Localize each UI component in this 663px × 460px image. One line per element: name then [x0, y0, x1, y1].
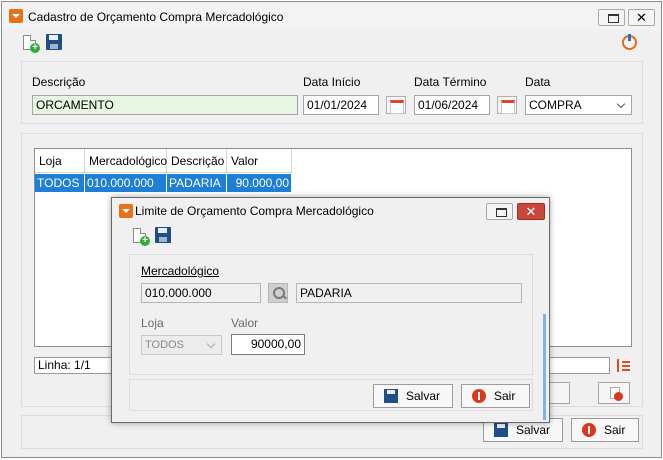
grid-header-valor[interactable]: Valor — [227, 149, 292, 173]
restore-button[interactable] — [598, 9, 625, 26]
dialog-close-button[interactable]: ✕ — [517, 203, 545, 220]
dialog-scroll-strip — [543, 314, 546, 420]
data-label: Data — [525, 75, 551, 89]
calendar-icon[interactable] — [386, 96, 406, 114]
data-termino-label: Data Término — [414, 75, 487, 89]
dialog-titlebar: Limite de Orçamento Compra Mercadológico… — [112, 198, 549, 224]
app-icon — [9, 9, 23, 23]
exit-icon — [582, 423, 596, 437]
valor-input[interactable]: 90000,00 — [231, 334, 305, 355]
grid-cell-descricao[interactable]: PADARIA — [167, 174, 227, 192]
main-window-title: Cadastro de Orçamento Compra Mercadológi… — [28, 10, 284, 24]
sort-icon[interactable] — [615, 358, 631, 374]
new-document-icon[interactable] — [23, 35, 40, 53]
dialog-exit-label: Sair — [494, 389, 516, 403]
limite-dialog: Limite de Orçamento Compra Mercadológico… — [111, 197, 550, 423]
data-inicio-label: Data Início — [303, 75, 361, 89]
save-icon — [494, 423, 508, 437]
chevron-down-icon — [616, 99, 626, 109]
descricao-input[interactable]: ORCAMENTO — [32, 95, 298, 115]
header-panel: Descrição ORCAMENTO Data Início 01/01/20… — [21, 61, 643, 124]
loja-label: Loja — [141, 316, 164, 330]
main-titlebar: Cadastro de Orçamento Compra Mercadológi… — [2, 2, 661, 30]
dialog-exit-button[interactable]: Sair — [461, 384, 530, 408]
dialog-restore-button[interactable] — [486, 203, 513, 220]
search-icon[interactable] — [268, 283, 288, 303]
mercadologico-label: Mercadológico — [141, 264, 220, 278]
remove-row-button[interactable] — [598, 382, 630, 404]
app-icon — [119, 204, 133, 218]
grid-header-descricao[interactable]: Descrição — [167, 149, 227, 173]
dialog-title: Limite de Orçamento Compra Mercadológico — [135, 204, 374, 218]
exit-icon — [472, 389, 486, 403]
mercadologico-code-input[interactable]: 010.000.000 — [141, 283, 261, 303]
power-icon[interactable] — [622, 34, 637, 50]
grid-header-loja[interactable]: Loja — [35, 149, 85, 173]
save-icon[interactable] — [46, 34, 62, 50]
calendar-icon[interactable] — [497, 96, 517, 114]
grid-header-mercadologico[interactable]: Mercadológico — [85, 149, 167, 173]
grid-cell-loja[interactable]: TODOS — [35, 174, 85, 192]
save-icon — [384, 389, 398, 403]
save-icon[interactable] — [155, 227, 171, 243]
chevron-down-icon — [206, 339, 216, 349]
close-icon: ✕ — [636, 10, 647, 25]
dialog-save-label: Salvar — [406, 389, 441, 403]
dialog-form-panel: Mercadológico 010.000.000 PADARIA Loja T… — [129, 254, 533, 375]
data-select-value: COMPRA — [529, 98, 582, 112]
new-document-icon[interactable] — [133, 228, 150, 246]
main-exit-button[interactable]: Sair — [571, 418, 639, 442]
loja-select[interactable]: TODOS — [141, 335, 222, 355]
loja-select-value: TODOS — [145, 339, 184, 351]
dialog-save-button[interactable]: Salvar — [373, 384, 453, 408]
close-icon: ✕ — [525, 204, 537, 219]
valor-label: Valor — [231, 316, 259, 330]
main-exit-label: Sair — [604, 423, 626, 437]
dialog-button-panel: Salvar Sair — [129, 379, 533, 411]
minus-badge-icon — [614, 392, 623, 401]
grid-cell-valor[interactable]: 90.000,00 — [227, 174, 292, 192]
data-termino-input[interactable]: 01/06/2024 — [414, 95, 490, 115]
mercadologico-desc-input: PADARIA — [296, 283, 522, 303]
grid-cell-mercadologico[interactable]: 010.000.000 — [85, 174, 167, 192]
data-select[interactable]: COMPRA — [525, 95, 632, 115]
close-button[interactable]: ✕ — [628, 9, 655, 26]
data-inicio-input[interactable]: 01/01/2024 — [303, 95, 379, 115]
descricao-label: Descrição — [32, 75, 86, 89]
